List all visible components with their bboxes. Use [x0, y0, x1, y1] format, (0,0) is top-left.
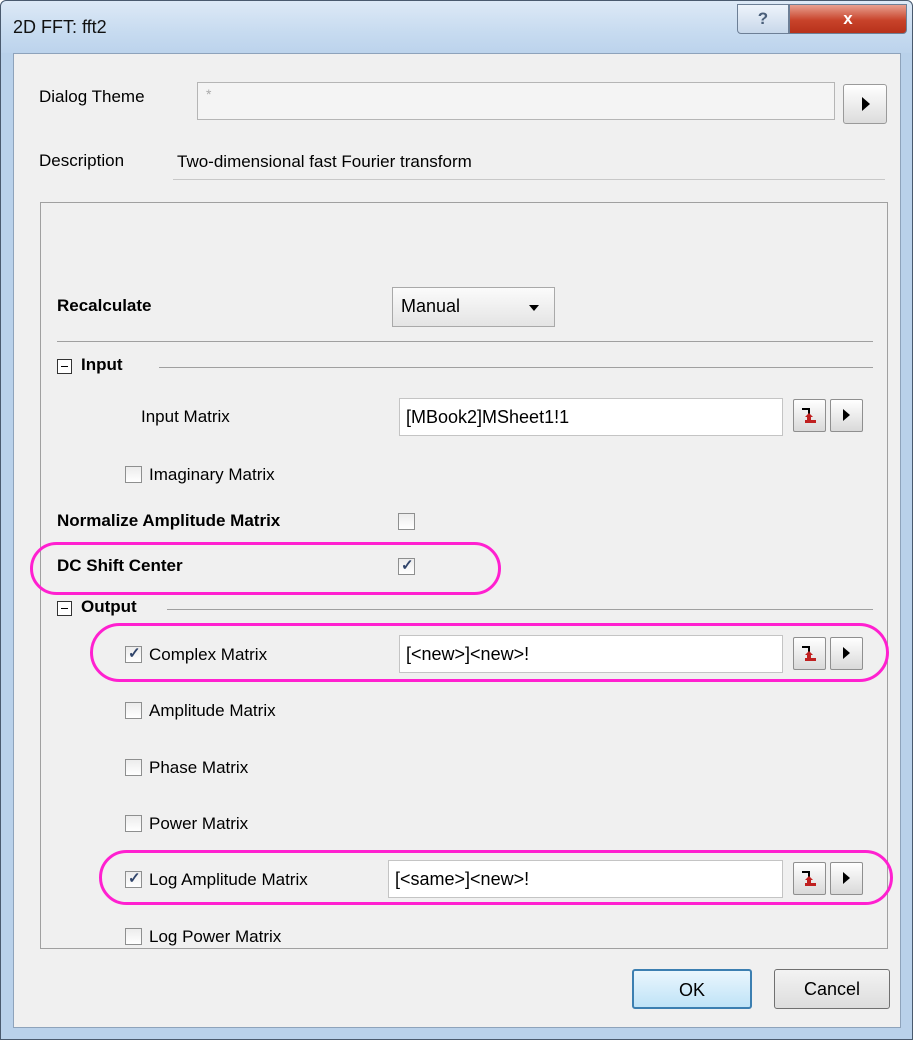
select-range-icon	[802, 871, 816, 886]
input-matrix-field[interactable]: [MBook2]MSheet1!1	[399, 398, 783, 436]
help-icon: ?	[757, 9, 769, 28]
complex-matrix-pick-button[interactable]	[793, 637, 826, 670]
ok-button[interactable]: OK	[632, 969, 752, 1009]
input-matrix-pick-button[interactable]	[793, 399, 826, 432]
complex-matrix-field[interactable]: [<new>]<new>!	[399, 635, 783, 673]
select-range-icon	[802, 646, 816, 661]
dc-shift-checkbox[interactable]: ✓	[398, 557, 415, 575]
output-group-header: Output	[81, 597, 137, 616]
log-amplitude-matrix-checkbox[interactable]: ✓	[125, 870, 142, 888]
dialog-window: 2D FFT: fft2 ? x Dialog Theme * Descript…	[0, 0, 913, 1040]
power-matrix-label: Power Matrix	[149, 814, 249, 833]
dialog-theme-field[interactable]: *	[197, 82, 835, 120]
right-arrow-icon	[843, 409, 850, 421]
phase-matrix-checkbox[interactable]	[125, 759, 142, 776]
log-amplitude-menu-button[interactable]	[830, 862, 863, 895]
input-collapse-icon[interactable]	[57, 359, 72, 374]
title-bar[interactable]: 2D FFT: fft2 ? x	[1, 1, 912, 53]
dialog-theme-value: *	[206, 86, 212, 102]
imaginary-matrix-checkbox[interactable]	[125, 466, 142, 483]
input-header-line	[159, 367, 873, 368]
normalize-label: Normalize Amplitude Matrix	[57, 511, 281, 530]
close-icon: x	[843, 9, 853, 28]
description-value: Two-dimensional fast Fourier transform	[177, 152, 472, 171]
log-power-matrix-label: Log Power Matrix	[149, 927, 282, 946]
select-range-icon	[802, 408, 816, 423]
help-button[interactable]: ?	[737, 4, 789, 34]
description-field: Two-dimensional fast Fourier transform	[173, 146, 885, 180]
recalculate-label: Recalculate	[57, 296, 152, 315]
amplitude-matrix-checkbox[interactable]	[125, 702, 142, 719]
window-title: 2D FFT: fft2	[13, 17, 107, 37]
complex-matrix-checkbox[interactable]: ✓	[125, 645, 142, 663]
checkmark-icon: ✓	[128, 870, 141, 887]
right-arrow-icon	[843, 647, 850, 659]
dc-shift-label: DC Shift Center	[57, 556, 183, 575]
close-button[interactable]: x	[789, 4, 907, 34]
log-amplitude-matrix-label: Log Amplitude Matrix	[149, 870, 308, 889]
dialog-theme-label: Dialog Theme	[39, 87, 145, 106]
normalize-checkbox[interactable]	[398, 513, 415, 530]
recalculate-value: Manual	[401, 296, 461, 316]
output-collapse-icon[interactable]	[57, 601, 72, 616]
complex-matrix-label: Complex Matrix	[149, 645, 268, 664]
complex-matrix-menu-button[interactable]	[830, 637, 863, 670]
cancel-button[interactable]: Cancel	[774, 969, 890, 1009]
input-matrix-label: Input Matrix	[141, 407, 230, 426]
imaginary-matrix-label: Imaginary Matrix	[149, 465, 275, 484]
power-matrix-checkbox[interactable]	[125, 815, 142, 832]
chevron-down-icon	[529, 305, 539, 311]
checkmark-icon: ✓	[128, 645, 141, 662]
amplitude-matrix-label: Amplitude Matrix	[149, 701, 276, 720]
log-amplitude-matrix-field[interactable]: [<same>]<new>!	[388, 860, 783, 898]
dialog-theme-menu-button[interactable]	[843, 84, 887, 124]
complex-matrix-value: [<new>]<new>!	[406, 644, 530, 664]
description-label: Description	[39, 151, 125, 170]
log-amplitude-matrix-value: [<same>]<new>!	[395, 869, 530, 889]
checkmark-icon: ✓	[401, 557, 414, 574]
settings-panel: Recalculate Manual Input Input Matrix [M…	[30, 202, 893, 949]
log-amplitude-pick-button[interactable]	[793, 862, 826, 895]
log-power-matrix-checkbox[interactable]	[125, 928, 142, 945]
input-matrix-value: [MBook2]MSheet1!1	[406, 407, 570, 427]
right-arrow-icon	[862, 97, 870, 111]
input-group-header: Input	[81, 355, 123, 374]
input-matrix-menu-button[interactable]	[830, 399, 863, 432]
output-header-line	[167, 609, 873, 610]
phase-matrix-label: Phase Matrix	[149, 758, 249, 777]
divider	[57, 341, 873, 342]
dialog-client-area: Dialog Theme * Description Two-dimension…	[13, 53, 901, 1028]
right-arrow-icon	[843, 872, 850, 884]
recalculate-select[interactable]: Manual	[392, 287, 555, 327]
